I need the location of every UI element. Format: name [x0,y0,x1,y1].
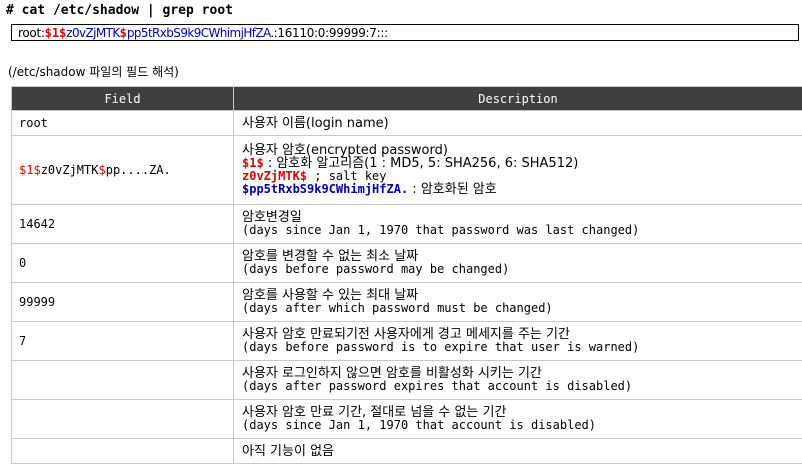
shadow-entry: root:$1$z0vZjMTK$pp5tRxbS9k9CWhimjHfZA.:… [11,24,799,41]
description-cell: 암호를 사용할 수 있는 최대 날짜 (days after which pas… [233,282,802,322]
description-cell: 암호변경일 (days since Jan 1, 1970 that passw… [233,204,802,244]
detail-code: $1$ [242,156,264,170]
field-cell: 7 [11,321,234,361]
description-line: 아직 기능이 없음 [242,443,334,459]
detail-code: z0vZjMTK$ [242,169,308,183]
description-cell: 아직 기능이 없음 [233,438,802,464]
field-cell: $1$z0vZjMTK$pp....ZA. [11,135,234,205]
detail-code: $pp5tRxbS9k9CWhimjHfZA. [242,182,409,196]
field-cell: 14642 [11,204,234,244]
field-sep: $ [98,162,106,177]
field-cell [11,438,234,464]
description-cell: 사용자 로그인하지 않으면 암호를 비활성화 시키는 기간 (days afte… [233,360,802,400]
table-header-row: Field Description [11,86,802,111]
description-cell: 암호를 변경할 수 없는 최소 날짜 (days before password… [233,243,802,283]
table-row: 99999 암호를 사용할 수 있는 최대 날짜 (days after whi… [11,282,802,322]
field-hash-abbrev: pp....ZA. [105,162,171,177]
description-line: (days after which password must be chang… [242,301,553,315]
description-line: (days before password is to expire that … [242,340,640,354]
field-algo-prefix: $1$ [19,162,41,177]
detail-text: ; salt key [307,169,387,183]
shadow-hash: pp5tRxbS9k9CWhimjHfZA. [126,26,274,40]
field-cell: 0 [11,243,234,283]
field-cell [11,360,234,400]
table-row: 사용자 로그인하지 않으면 암호를 비활성화 시키는 기간 (days afte… [11,360,802,400]
shadow-salt: z0vZjMTK [66,26,120,40]
field-cell: root [11,110,234,136]
command-line: # cat /etc/shadow | grep root [6,3,233,18]
table-row: 7 사용자 암호 만료되기전 사용자에게 경고 메세지를 주는 기간 (days… [11,321,802,361]
field-cell [11,399,234,439]
field-salt: z0vZjMTK [40,162,99,177]
table-row: 14642 암호변경일 (days since Jan 1, 1970 that… [11,204,802,244]
table-row: 사용자 암호 만료 기간, 절대로 넘을 수 없는 기간 (days since… [11,399,802,439]
shadow-fields-table: Field Description root 사용자 이름(login name… [11,86,802,464]
detail-line: $pp5tRxbS9k9CWhimjHfZA. : 암호화된 암호 [242,182,802,197]
description-cell: 사용자 암호 만료되기전 사용자에게 경고 메세지를 주는 기간 (days b… [233,321,802,361]
field-cell: 99999 [11,282,234,322]
description-line: 사용자 이름(login name) [242,115,389,131]
table-row: 아직 기능이 없음 [11,438,802,464]
description-line: (days since Jan 1, 1970 that password wa… [242,223,640,237]
description-cell: 사용자 암호 만료 기간, 절대로 넘을 수 없는 기간 (days since… [233,399,802,439]
table-row: $1$z0vZjMTK$pp....ZA. 사용자 암호(encrypted p… [11,135,802,205]
detail-text: : 암호화된 암호 [408,182,497,197]
table-row: 0 암호를 변경할 수 없는 최소 날짜 (days before passwo… [11,243,802,283]
description-cell: 사용자 이름(login name) [233,110,802,136]
shadow-algorithm: $1$ [44,26,67,40]
header-description: Description [233,86,802,111]
shadow-user: root: [18,26,45,40]
header-field: Field [11,86,234,111]
table-row: root 사용자 이름(login name) [11,110,802,136]
description-line: (days before password may be changed) [242,262,510,276]
shadow-separator: $ [119,26,127,40]
description-line: (days since Jan 1, 1970 that account is … [242,418,597,432]
description-line: (days after password expires that accoun… [242,379,633,393]
description-cell: 사용자 암호(encrypted password) $1$ : 암호화 알고리… [233,135,802,205]
table-caption: (/etc/shadow 파일의 필드 해석) [8,65,179,79]
shadow-rest: :16110:0:99999:7::: [273,26,389,40]
